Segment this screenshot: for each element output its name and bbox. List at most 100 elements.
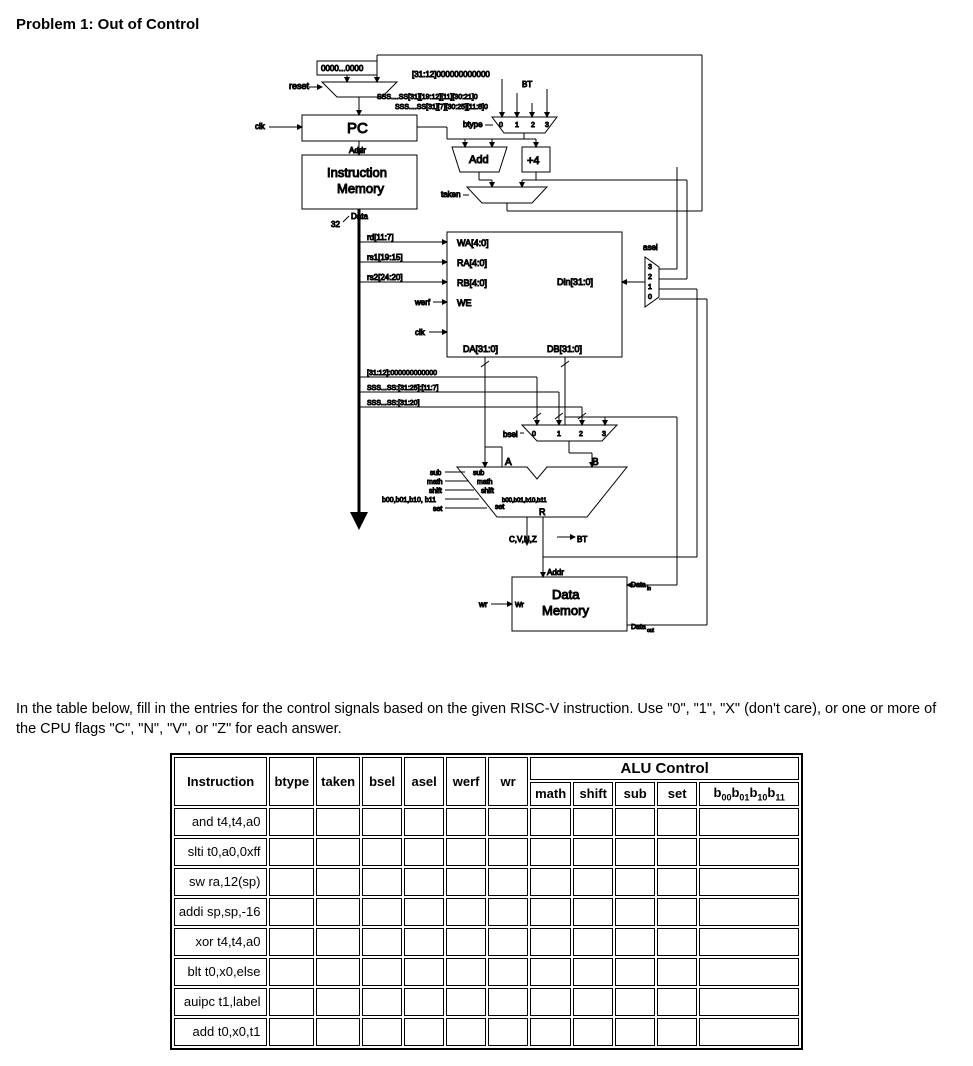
answer-cell[interactable]	[446, 838, 486, 866]
answer-cell[interactable]	[615, 988, 655, 1016]
answer-cell[interactable]	[573, 1018, 613, 1046]
answer-cell[interactable]	[530, 898, 571, 926]
answer-cell[interactable]	[404, 838, 444, 866]
answer-cell[interactable]	[573, 958, 613, 986]
answer-cell[interactable]	[362, 928, 402, 956]
answer-cell[interactable]	[615, 958, 655, 986]
answer-cell[interactable]	[269, 898, 314, 926]
answer-cell[interactable]	[446, 868, 486, 896]
answer-cell[interactable]	[615, 928, 655, 956]
answer-cell[interactable]	[446, 988, 486, 1016]
answer-cell[interactable]	[362, 808, 402, 836]
col-werf: werf	[446, 757, 486, 806]
answer-cell[interactable]	[573, 808, 613, 836]
answer-cell[interactable]	[269, 928, 314, 956]
answer-cell[interactable]	[657, 988, 697, 1016]
answer-cell[interactable]	[699, 958, 799, 986]
answer-cell[interactable]	[657, 808, 697, 836]
answer-cell[interactable]	[362, 988, 402, 1016]
answer-cell[interactable]	[615, 838, 655, 866]
answer-cell[interactable]	[362, 1018, 402, 1046]
answer-cell[interactable]	[573, 868, 613, 896]
answer-cell[interactable]	[362, 898, 402, 926]
answer-cell[interactable]	[699, 838, 799, 866]
answer-cell[interactable]	[316, 988, 360, 1016]
answer-cell[interactable]	[530, 868, 571, 896]
answer-cell[interactable]	[488, 1018, 528, 1046]
col-bsel: bsel	[362, 757, 402, 806]
svg-text:0: 0	[648, 294, 652, 301]
answer-cell[interactable]	[446, 1018, 486, 1046]
answer-cell[interactable]	[657, 958, 697, 986]
answer-cell[interactable]	[488, 898, 528, 926]
answer-cell[interactable]	[316, 958, 360, 986]
answer-cell[interactable]	[404, 898, 444, 926]
answer-cell[interactable]	[657, 868, 697, 896]
answer-cell[interactable]	[488, 838, 528, 866]
answer-cell[interactable]	[699, 1018, 799, 1046]
answer-cell[interactable]	[699, 868, 799, 896]
answer-cell[interactable]	[404, 928, 444, 956]
svg-text:SSS...SS:[31:25]:[11:7]: SSS...SS:[31:25]:[11:7]	[367, 385, 439, 392]
answer-cell[interactable]	[404, 808, 444, 836]
answer-cell[interactable]	[488, 958, 528, 986]
answer-cell[interactable]	[657, 898, 697, 926]
answer-cell[interactable]	[488, 808, 528, 836]
svg-text:0: 0	[499, 122, 503, 129]
svg-text:Wr: Wr	[515, 602, 524, 609]
answer-cell[interactable]	[699, 928, 799, 956]
answer-cell[interactable]	[269, 838, 314, 866]
answer-cell[interactable]	[316, 868, 360, 896]
svg-text:reset: reset	[289, 81, 310, 91]
answer-cell[interactable]	[316, 928, 360, 956]
col-sub: sub	[615, 782, 655, 806]
answer-cell[interactable]	[699, 808, 799, 836]
answer-cell[interactable]	[488, 988, 528, 1016]
answer-cell[interactable]	[530, 928, 571, 956]
answer-cell[interactable]	[573, 838, 613, 866]
answer-cell[interactable]	[615, 898, 655, 926]
answer-cell[interactable]	[269, 808, 314, 836]
svg-text:Din[31:0]: Din[31:0]	[557, 277, 593, 287]
answer-cell[interactable]	[615, 808, 655, 836]
answer-cell[interactable]	[269, 868, 314, 896]
answer-cell[interactable]	[269, 988, 314, 1016]
answer-cell[interactable]	[316, 898, 360, 926]
answer-cell[interactable]	[316, 808, 360, 836]
answer-cell[interactable]	[404, 988, 444, 1016]
answer-cell[interactable]	[657, 928, 697, 956]
answer-cell[interactable]	[362, 868, 402, 896]
answer-cell[interactable]	[573, 928, 613, 956]
answer-cell[interactable]	[269, 1018, 314, 1046]
answer-cell[interactable]	[657, 838, 697, 866]
answer-cell[interactable]	[404, 1018, 444, 1046]
answer-cell[interactable]	[404, 958, 444, 986]
answer-cell[interactable]	[530, 838, 571, 866]
answer-cell[interactable]	[404, 868, 444, 896]
answer-cell[interactable]	[362, 958, 402, 986]
answer-cell[interactable]	[488, 868, 528, 896]
answer-cell[interactable]	[316, 1018, 360, 1046]
answer-cell[interactable]	[530, 958, 571, 986]
answer-cell[interactable]	[446, 928, 486, 956]
answer-cell[interactable]	[573, 898, 613, 926]
answer-cell[interactable]	[699, 988, 799, 1016]
answer-cell[interactable]	[446, 808, 486, 836]
answer-cell[interactable]	[269, 958, 314, 986]
svg-text:PC: PC	[347, 120, 368, 137]
answer-cell[interactable]	[316, 838, 360, 866]
answer-cell[interactable]	[362, 838, 402, 866]
answer-cell[interactable]	[573, 988, 613, 1016]
answer-cell[interactable]	[530, 1018, 571, 1046]
answer-cell[interactable]	[446, 898, 486, 926]
col-bbits: b00b01b10b11	[699, 782, 799, 806]
answer-cell[interactable]	[530, 808, 571, 836]
answer-cell[interactable]	[615, 1018, 655, 1046]
answer-cell[interactable]	[699, 898, 799, 926]
answer-cell[interactable]	[657, 1018, 697, 1046]
svg-text:WE: WE	[457, 298, 472, 308]
answer-cell[interactable]	[446, 958, 486, 986]
answer-cell[interactable]	[488, 928, 528, 956]
answer-cell[interactable]	[530, 988, 571, 1016]
answer-cell[interactable]	[615, 868, 655, 896]
